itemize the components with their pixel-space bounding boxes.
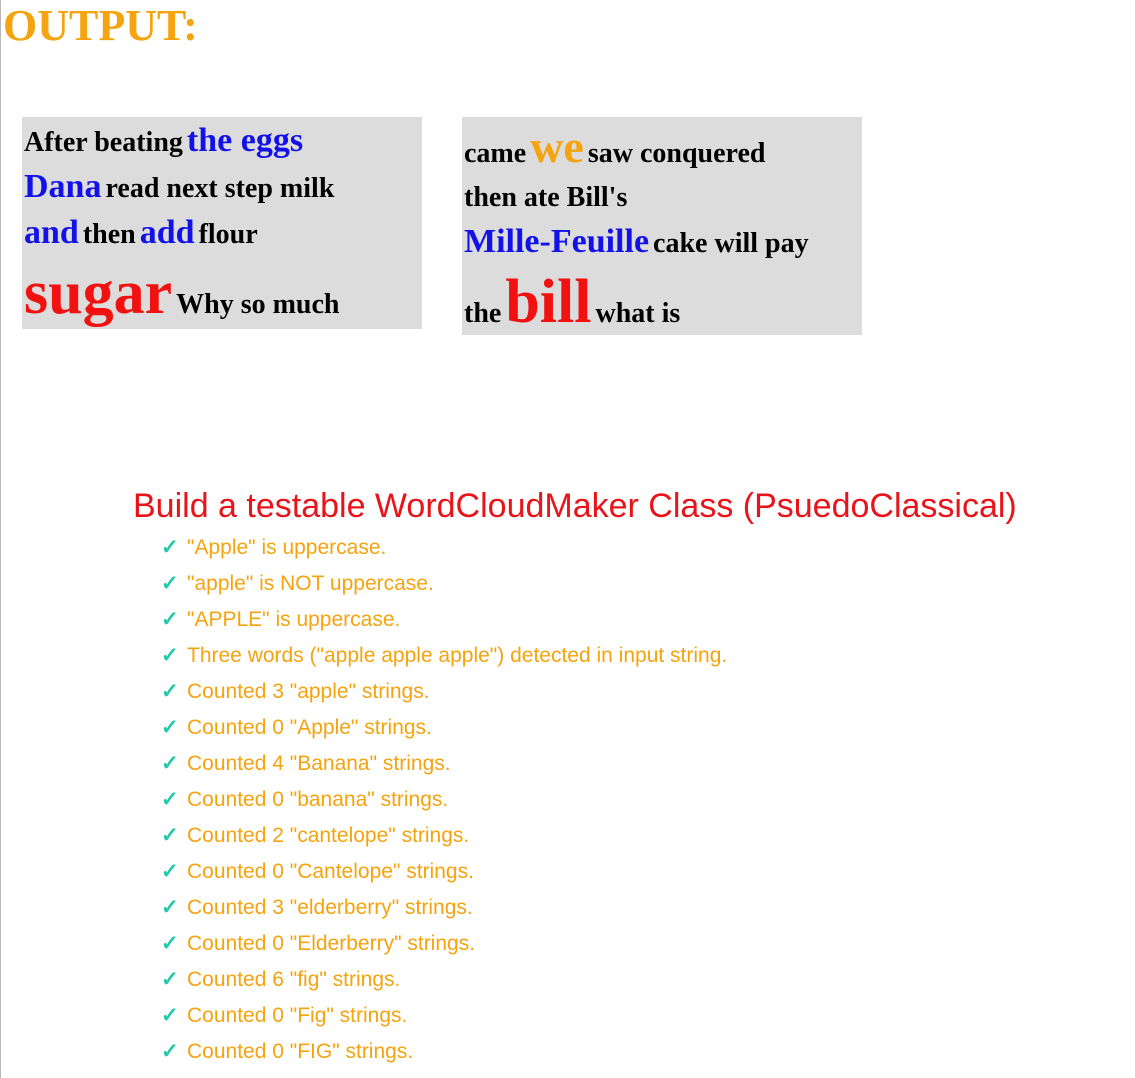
checkmark-icon: ✓	[161, 536, 179, 559]
test-result-label: "APPLE" is uppercase.	[187, 608, 401, 631]
cloud-word: cake will pay	[653, 228, 809, 259]
checkmark-icon: ✓	[161, 572, 179, 595]
cloud-word: and	[24, 214, 79, 251]
cloud-word: read next step milk	[105, 173, 335, 204]
test-result-label: "apple" is NOT uppercase.	[187, 572, 434, 595]
test-result-item: ✓ Counted 6 "fig" strings.	[161, 962, 1133, 998]
checkmark-icon: ✓	[161, 1004, 179, 1027]
cloud-word: then	[82, 219, 136, 250]
cloud-word: sugar	[24, 259, 173, 327]
test-result-item: ✓ Counted 2 "cantelope" strings.	[161, 818, 1133, 854]
cloud-line: sugar Why so much	[24, 257, 420, 329]
test-result-label: Counted 0 "Elderberry" strings.	[187, 932, 476, 955]
cloud-word: bill	[505, 268, 592, 336]
test-result-item: ✓ Counted 0 "Fig" strings.	[161, 998, 1133, 1034]
cloud-line: the bill what is	[464, 266, 860, 338]
test-suite-title: Build a testable WordCloudMaker Class (P…	[133, 487, 1017, 525]
checkmark-icon: ✓	[161, 788, 179, 811]
cloud-word: flour	[198, 219, 258, 250]
cloud-line: then ate Bill's	[464, 176, 860, 220]
cloud-line: came we saw conquered	[464, 124, 860, 176]
cloud-line: and then add flour	[24, 211, 420, 257]
test-result-item: ✓ "apple" is NOT uppercase.	[161, 566, 1133, 602]
test-result-item: ✓ Counted 0 "banana" strings.	[161, 782, 1133, 818]
test-result-item: ✓ Counted 0 "Cantelope" strings.	[161, 854, 1133, 890]
test-result-label: Counted 4 "Banana" strings.	[187, 752, 451, 775]
test-results: Build a testable WordCloudMaker Class (P…	[133, 482, 1133, 1070]
cloud-word: came	[464, 138, 527, 169]
test-result-label: Counted 3 "elderberry" strings.	[187, 896, 473, 919]
test-result-label: Counted 6 "fig" strings.	[187, 968, 401, 991]
test-list: ✓ "Apple" is uppercase. ✓ "apple" is NOT up…	[133, 530, 1133, 1070]
cloud-word: saw conquered	[587, 138, 766, 169]
cloud-word: what is	[595, 298, 681, 329]
cloud-word: the	[464, 298, 502, 329]
test-result-label: Three words ("apple apple apple") detect…	[187, 644, 728, 667]
checkmark-icon: ✓	[161, 752, 179, 775]
test-result-label: Counted 0 "FIG" strings.	[187, 1040, 414, 1063]
test-result-item: ✓ Counted 0 "Elderberry" strings.	[161, 926, 1133, 962]
checkmark-icon: ✓	[161, 896, 179, 919]
checkmark-icon: ✓	[161, 644, 179, 667]
word-cloud-2: came we saw conquered then ate Bill's Mill…	[462, 117, 862, 338]
test-result-item: ✓ Counted 3 "elderberry" strings.	[161, 890, 1133, 926]
test-result-item: ✓ "APPLE" is uppercase.	[161, 602, 1133, 638]
checkmark-icon: ✓	[161, 680, 179, 703]
test-result-label: Counted 0 "banana" strings.	[187, 788, 449, 811]
test-result-label: Counted 3 "apple" strings.	[187, 680, 430, 703]
checkmark-icon: ✓	[161, 1040, 179, 1063]
test-result-label: Counted 0 "Cantelope" strings.	[187, 860, 474, 883]
checkmark-icon: ✓	[161, 608, 179, 631]
test-result-item: ✓ "Apple" is uppercase.	[161, 530, 1133, 566]
cloud-word: then ate Bill's	[464, 182, 628, 213]
cloud-word: Mille-Feuille	[464, 223, 650, 260]
test-result-label: Counted 0 "Fig" strings.	[187, 1004, 408, 1027]
checkmark-icon: ✓	[161, 932, 179, 955]
checkmark-icon: ✓	[161, 860, 179, 883]
cloud-word: we	[530, 121, 584, 172]
cloud-word: After beating	[24, 127, 183, 158]
test-result-item: ✓ Counted 0 "Apple" strings.	[161, 710, 1133, 746]
cloud-word: the eggs	[186, 122, 304, 159]
checkmark-icon: ✓	[161, 968, 179, 991]
test-result-item: ✓ Counted 4 "Banana" strings.	[161, 746, 1133, 782]
test-result-item: ✓ Counted 3 "apple" strings.	[161, 674, 1133, 710]
output-heading: OUTPUT:	[3, 1, 198, 50]
cloud-word: add	[139, 214, 195, 251]
cloud-word: Dana	[24, 168, 102, 205]
cloud-line: Dana read next step milk	[24, 165, 420, 211]
test-result-item: ✓ Three words ("apple apple apple") detec…	[161, 638, 1133, 674]
cloud-word: Why so much	[176, 289, 340, 320]
cloud-line: Mille-Feuille cake will pay	[464, 220, 860, 266]
checkmark-icon: ✓	[161, 824, 179, 847]
cloud-line: After beating the eggs	[24, 119, 420, 165]
checkmark-icon: ✓	[161, 716, 179, 739]
word-cloud-1: After beating the eggs Dana read next ste…	[22, 117, 422, 329]
test-result-label: Counted 0 "Apple" strings.	[187, 716, 432, 739]
test-result-label: "Apple" is uppercase.	[187, 536, 387, 559]
test-result-label: Counted 2 "cantelope" strings.	[187, 824, 470, 847]
test-result-item: ✓ Counted 0 "FIG" strings.	[161, 1034, 1133, 1070]
